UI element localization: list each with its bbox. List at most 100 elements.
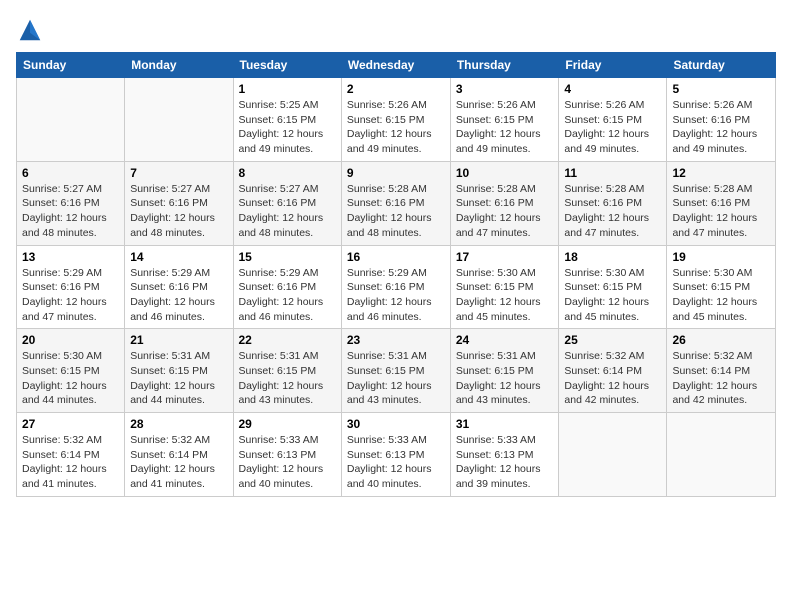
day-number: 21	[130, 333, 227, 347]
calendar-cell: 9 Sunrise: 5:28 AM Sunset: 6:16 PM Daylig…	[341, 161, 450, 245]
day-info: Sunrise: 5:29 AM Sunset: 6:16 PM Dayligh…	[22, 266, 119, 325]
calendar-cell: 23 Sunrise: 5:31 AM Sunset: 6:15 PM Dayli…	[341, 329, 450, 413]
calendar-cell: 8 Sunrise: 5:27 AM Sunset: 6:16 PM Daylig…	[233, 161, 341, 245]
day-info: Sunrise: 5:33 AM Sunset: 6:13 PM Dayligh…	[456, 433, 554, 492]
logo	[16, 16, 48, 44]
calendar-cell	[559, 413, 667, 497]
day-header-friday: Friday	[559, 53, 667, 78]
day-number: 3	[456, 82, 554, 96]
day-info: Sunrise: 5:31 AM Sunset: 6:15 PM Dayligh…	[130, 349, 227, 408]
calendar-cell: 4Sunrise: 5:26 AM Sunset: 6:15 PM Daylig…	[559, 78, 667, 162]
day-number: 11	[564, 166, 661, 180]
day-number: 1	[239, 82, 336, 96]
day-number: 14	[130, 250, 227, 264]
calendar-week-row: 13Sunrise: 5:29 AM Sunset: 6:16 PM Dayli…	[17, 245, 776, 329]
day-info: Sunrise: 5:30 AM Sunset: 6:15 PM Dayligh…	[672, 266, 770, 325]
day-number: 31	[456, 417, 554, 431]
day-number: 9	[347, 166, 445, 180]
calendar-cell: 18 Sunrise: 5:30 AM Sunset: 6:15 PM Dayli…	[559, 245, 667, 329]
day-info: Sunrise: 5:30 AM Sunset: 6:15 PM Dayligh…	[564, 266, 661, 325]
day-info: Sunrise: 5:33 AM Sunset: 6:13 PM Dayligh…	[239, 433, 336, 492]
day-info: Sunrise: 5:33 AM Sunset: 6:13 PM Dayligh…	[347, 433, 445, 492]
day-number: 10	[456, 166, 554, 180]
day-number: 27	[22, 417, 119, 431]
day-number: 12	[672, 166, 770, 180]
day-info: Sunrise: 5:29 AM Sunset: 6:16 PM Dayligh…	[347, 266, 445, 325]
calendar-cell: 26Sunrise: 5:32 AM Sunset: 6:14 PM Dayli…	[667, 329, 776, 413]
calendar-cell: 21 Sunrise: 5:31 AM Sunset: 6:15 PM Dayli…	[125, 329, 233, 413]
calendar-cell	[667, 413, 776, 497]
day-info: Sunrise: 5:27 AM Sunset: 6:16 PM Dayligh…	[239, 182, 336, 241]
calendar-week-row: 27 Sunrise: 5:32 AM Sunset: 6:14 PM Dayli…	[17, 413, 776, 497]
calendar-cell: 24 Sunrise: 5:31 AM Sunset: 6:15 PM Dayli…	[450, 329, 559, 413]
day-info: Sunrise: 5:25 AM Sunset: 6:15 PM Dayligh…	[239, 98, 336, 157]
day-number: 4	[564, 82, 661, 96]
day-number: 23	[347, 333, 445, 347]
day-number: 20	[22, 333, 119, 347]
day-info: Sunrise: 5:29 AM Sunset: 6:16 PM Dayligh…	[130, 266, 227, 325]
day-number: 18	[564, 250, 661, 264]
logo-icon	[16, 16, 44, 44]
calendar-cell: 27 Sunrise: 5:32 AM Sunset: 6:14 PM Dayli…	[17, 413, 125, 497]
calendar-cell: 5Sunrise: 5:26 AM Sunset: 6:16 PM Daylig…	[667, 78, 776, 162]
day-info: Sunrise: 5:28 AM Sunset: 6:16 PM Dayligh…	[564, 182, 661, 241]
day-info: Sunrise: 5:28 AM Sunset: 6:16 PM Dayligh…	[456, 182, 554, 241]
calendar-cell: 14 Sunrise: 5:29 AM Sunset: 6:16 PM Dayli…	[125, 245, 233, 329]
day-header-wednesday: Wednesday	[341, 53, 450, 78]
calendar-cell: 19Sunrise: 5:30 AM Sunset: 6:15 PM Dayli…	[667, 245, 776, 329]
day-info: Sunrise: 5:28 AM Sunset: 6:16 PM Dayligh…	[347, 182, 445, 241]
day-info: Sunrise: 5:27 AM Sunset: 6:16 PM Dayligh…	[130, 182, 227, 241]
day-info: Sunrise: 5:30 AM Sunset: 6:15 PM Dayligh…	[456, 266, 554, 325]
day-number: 7	[130, 166, 227, 180]
calendar-cell: 25 Sunrise: 5:32 AM Sunset: 6:14 PM Dayli…	[559, 329, 667, 413]
calendar-cell: 11 Sunrise: 5:28 AM Sunset: 6:16 PM Dayli…	[559, 161, 667, 245]
day-info: Sunrise: 5:26 AM Sunset: 6:16 PM Dayligh…	[672, 98, 770, 157]
day-info: Sunrise: 5:31 AM Sunset: 6:15 PM Dayligh…	[347, 349, 445, 408]
day-number: 25	[564, 333, 661, 347]
calendar-cell: 13Sunrise: 5:29 AM Sunset: 6:16 PM Dayli…	[17, 245, 125, 329]
page-header	[16, 16, 776, 44]
day-number: 22	[239, 333, 336, 347]
calendar-cell: 12 Sunrise: 5:28 AM Sunset: 6:16 PM Dayli…	[667, 161, 776, 245]
calendar-cell: 28 Sunrise: 5:32 AM Sunset: 6:14 PM Dayli…	[125, 413, 233, 497]
day-header-monday: Monday	[125, 53, 233, 78]
day-number: 29	[239, 417, 336, 431]
calendar-cell: 7 Sunrise: 5:27 AM Sunset: 6:16 PM Daylig…	[125, 161, 233, 245]
calendar-table: SundayMondayTuesdayWednesdayThursdayFrid…	[16, 52, 776, 497]
day-info: Sunrise: 5:32 AM Sunset: 6:14 PM Dayligh…	[22, 433, 119, 492]
day-info: Sunrise: 5:31 AM Sunset: 6:15 PM Dayligh…	[239, 349, 336, 408]
calendar-week-row: 1 Sunrise: 5:25 AM Sunset: 6:15 PM Daylig…	[17, 78, 776, 162]
day-number: 26	[672, 333, 770, 347]
day-info: Sunrise: 5:30 AM Sunset: 6:15 PM Dayligh…	[22, 349, 119, 408]
day-header-sunday: Sunday	[17, 53, 125, 78]
day-info: Sunrise: 5:27 AM Sunset: 6:16 PM Dayligh…	[22, 182, 119, 241]
day-number: 8	[239, 166, 336, 180]
calendar-cell	[17, 78, 125, 162]
calendar-cell: 1 Sunrise: 5:25 AM Sunset: 6:15 PM Daylig…	[233, 78, 341, 162]
day-number: 2	[347, 82, 445, 96]
day-number: 16	[347, 250, 445, 264]
calendar-cell: 16 Sunrise: 5:29 AM Sunset: 6:16 PM Dayli…	[341, 245, 450, 329]
day-number: 6	[22, 166, 119, 180]
calendar-cell: 17Sunrise: 5:30 AM Sunset: 6:15 PM Dayli…	[450, 245, 559, 329]
calendar-cell: 10 Sunrise: 5:28 AM Sunset: 6:16 PM Dayli…	[450, 161, 559, 245]
calendar-cell: 30 Sunrise: 5:33 AM Sunset: 6:13 PM Dayli…	[341, 413, 450, 497]
calendar-week-row: 20 Sunrise: 5:30 AM Sunset: 6:15 PM Dayli…	[17, 329, 776, 413]
day-number: 15	[239, 250, 336, 264]
day-info: Sunrise: 5:32 AM Sunset: 6:14 PM Dayligh…	[130, 433, 227, 492]
calendar-cell: 3Sunrise: 5:26 AM Sunset: 6:15 PM Daylig…	[450, 78, 559, 162]
day-header-tuesday: Tuesday	[233, 53, 341, 78]
day-number: 24	[456, 333, 554, 347]
day-number: 28	[130, 417, 227, 431]
day-info: Sunrise: 5:32 AM Sunset: 6:14 PM Dayligh…	[564, 349, 661, 408]
calendar-cell: 6 Sunrise: 5:27 AM Sunset: 6:16 PM Daylig…	[17, 161, 125, 245]
calendar-cell: 20 Sunrise: 5:30 AM Sunset: 6:15 PM Dayli…	[17, 329, 125, 413]
day-info: Sunrise: 5:29 AM Sunset: 6:16 PM Dayligh…	[239, 266, 336, 325]
day-header-thursday: Thursday	[450, 53, 559, 78]
calendar-cell: 31 Sunrise: 5:33 AM Sunset: 6:13 PM Dayli…	[450, 413, 559, 497]
day-number: 30	[347, 417, 445, 431]
day-info: Sunrise: 5:31 AM Sunset: 6:15 PM Dayligh…	[456, 349, 554, 408]
day-info: Sunrise: 5:28 AM Sunset: 6:16 PM Dayligh…	[672, 182, 770, 241]
calendar-cell: 2Sunrise: 5:26 AM Sunset: 6:15 PM Daylig…	[341, 78, 450, 162]
calendar-cell: 15 Sunrise: 5:29 AM Sunset: 6:16 PM Dayli…	[233, 245, 341, 329]
